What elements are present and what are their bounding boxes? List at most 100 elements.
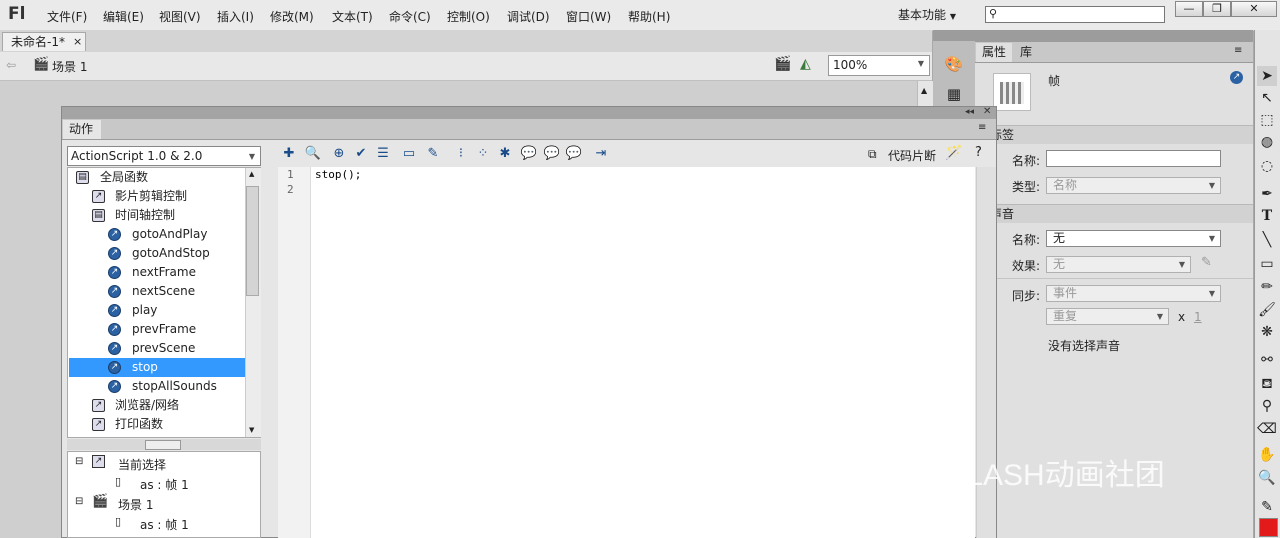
sound-name-select[interactable]: 无 ▼ bbox=[1046, 230, 1221, 247]
help-search-input[interactable]: ⚲ bbox=[985, 6, 1165, 23]
pen-tool-icon[interactable]: ✒ bbox=[1257, 184, 1277, 204]
tab-library[interactable]: 库 bbox=[1014, 43, 1038, 62]
deco-tool-icon[interactable]: ❋ bbox=[1257, 322, 1277, 342]
tab-actions[interactable]: 动作 bbox=[63, 120, 101, 139]
fill-color-swatch[interactable] bbox=[1259, 518, 1278, 537]
expand-all-icon[interactable]: ✱ bbox=[496, 145, 514, 163]
section-label[interactable]: 标签 bbox=[990, 125, 1253, 144]
find-icon[interactable]: 🔍 bbox=[304, 145, 322, 163]
tree-item-timeline-control[interactable]: ▤ 时间轴控制 bbox=[69, 206, 245, 225]
script-assist-icon[interactable]: 🪄 bbox=[945, 145, 962, 161]
tab-close-icon[interactable]: × bbox=[73, 33, 82, 51]
label-type-select[interactable]: 名称 ▼ bbox=[1046, 177, 1221, 194]
code-snippets-icon[interactable]: ⧉ bbox=[868, 147, 877, 162]
tree-item-prevscene[interactable]: ↗ prevScene bbox=[69, 339, 245, 358]
as-frame-item[interactable]: as : 帧 1 bbox=[140, 476, 189, 493]
tree-item-movieclip-control[interactable]: ↗ 影片剪辑控制 bbox=[69, 187, 245, 206]
menu-insert[interactable]: 插入(I) bbox=[217, 8, 254, 25]
insert-target-path-icon[interactable]: ⊕ bbox=[330, 145, 348, 163]
tree-item-global-functions[interactable]: ▤ 全局函数 bbox=[70, 168, 246, 187]
tree-item-play[interactable]: ↗ play bbox=[69, 301, 245, 320]
tree-item-nextscene[interactable]: ↗ nextScene bbox=[69, 282, 245, 301]
show-toolbox-icon[interactable]: ⇥ bbox=[592, 145, 610, 163]
zoom-tool-icon[interactable]: 🔍 bbox=[1257, 468, 1277, 488]
tree-item-gotoandplay[interactable]: ↗ gotoAndPlay bbox=[69, 225, 245, 244]
color-palette-icon[interactable]: 🎨 bbox=[940, 53, 968, 75]
stroke-color-icon[interactable]: ✎ bbox=[1257, 497, 1277, 517]
frame-name-input[interactable] bbox=[1046, 150, 1221, 167]
tree-item-prevframe[interactable]: ↗ prevFrame bbox=[69, 320, 245, 339]
section-sound[interactable]: 声音 bbox=[990, 204, 1253, 223]
repeat-count[interactable]: 1 bbox=[1194, 310, 1202, 324]
menu-modify[interactable]: 修改(M) bbox=[270, 8, 314, 25]
scene-frame-item[interactable]: as : 帧 1 bbox=[140, 516, 189, 533]
eraser-icon[interactable]: ⌫ bbox=[1257, 419, 1277, 439]
lasso-icon[interactable]: ◌ bbox=[1257, 156, 1277, 176]
scroll-up-icon[interactable]: ▲ bbox=[249, 170, 254, 178]
close-panel-icon[interactable]: ✕ bbox=[983, 106, 991, 117]
remove-comment-icon[interactable]: 💬 bbox=[565, 145, 583, 163]
close-window-button[interactable]: ✕ bbox=[1231, 1, 1277, 17]
restore-button[interactable]: ❐ bbox=[1203, 1, 1231, 17]
menu-debug[interactable]: 调试(D) bbox=[507, 8, 550, 25]
tree-item-stopallsounds[interactable]: ↗ stopAllSounds bbox=[69, 377, 245, 396]
panel-menu-icon[interactable]: ≡ bbox=[978, 122, 986, 133]
scene-label[interactable]: 场景 1 bbox=[118, 496, 153, 513]
add-item-icon[interactable]: ✚ bbox=[280, 145, 298, 163]
collapse-panel-icon[interactable]: ◂◂ bbox=[965, 107, 974, 117]
code-hint-icon[interactable]: ▭ bbox=[400, 145, 418, 163]
menu-window[interactable]: 窗口(W) bbox=[566, 8, 611, 25]
sync-select[interactable]: 事件 ▼ bbox=[1046, 285, 1221, 302]
tree-scroll-thumb[interactable] bbox=[246, 186, 259, 296]
workspace-switcher[interactable]: 基本功能 ▼ bbox=[898, 6, 956, 23]
debug-options-icon[interactable]: ✎ bbox=[424, 145, 442, 163]
menu-view[interactable]: 视图(V) bbox=[159, 8, 201, 25]
line-comment-icon[interactable]: 💬 bbox=[543, 145, 561, 163]
collapse-icon[interactable]: ⊟ bbox=[75, 496, 83, 507]
document-tab[interactable]: 未命名-1* × bbox=[2, 32, 86, 51]
hand-tool-icon[interactable]: ✋ bbox=[1257, 445, 1277, 465]
menu-help[interactable]: 帮助(H) bbox=[628, 8, 670, 25]
back-arrow-icon[interactable]: ⇦ bbox=[6, 58, 16, 72]
edit-scene-icon[interactable]: 🎬 bbox=[774, 56, 791, 72]
eyedropper-icon[interactable]: ⚲ bbox=[1257, 396, 1277, 416]
help-icon[interactable]: ↗ bbox=[1230, 71, 1243, 84]
menu-control[interactable]: 控制(O) bbox=[447, 8, 490, 25]
minimize-button[interactable]: — bbox=[1175, 1, 1203, 17]
align-grid-icon[interactable]: ▦ bbox=[940, 83, 968, 105]
auto-format-icon[interactable]: ☰ bbox=[374, 145, 392, 163]
brush-tool-icon[interactable]: 🖌 bbox=[1257, 300, 1277, 320]
panel-menu-icon[interactable]: ≡ bbox=[1234, 45, 1242, 56]
edit-pencil-icon[interactable]: ✎ bbox=[1201, 255, 1212, 270]
tree-item-gotoandstop[interactable]: ↗ gotoAndStop bbox=[69, 244, 245, 263]
repeat-select[interactable]: 重复 ▼ bbox=[1046, 308, 1169, 325]
effect-select[interactable]: 无 ▼ bbox=[1046, 256, 1191, 273]
menu-text[interactable]: 文本(T) bbox=[332, 8, 373, 25]
tab-properties[interactable]: 属性 bbox=[976, 43, 1013, 62]
collapse-braces-icon[interactable]: ⁝ bbox=[452, 145, 470, 163]
line-tool-icon[interactable]: ╲ bbox=[1257, 230, 1277, 250]
help-icon[interactable]: ? bbox=[975, 145, 982, 160]
actionscript-version-select[interactable]: ActionScript 1.0 & 2.0 ▼ bbox=[67, 146, 261, 166]
menu-commands[interactable]: 命令(C) bbox=[389, 8, 431, 25]
tree-item-nextframe[interactable]: ↗ nextFrame bbox=[69, 263, 245, 282]
text-tool-icon[interactable]: T bbox=[1257, 206, 1277, 226]
collapse-selection-icon[interactable]: ⁘ bbox=[474, 145, 492, 163]
tree-splitter[interactable] bbox=[67, 439, 261, 450]
script-editor[interactable] bbox=[311, 167, 975, 538]
pencil-tool-icon[interactable]: ✏ bbox=[1257, 277, 1277, 297]
menu-file[interactable]: 文件(F) bbox=[47, 8, 87, 25]
free-transform-icon[interactable]: ⬚ bbox=[1257, 110, 1277, 130]
check-syntax-icon[interactable]: ✔ bbox=[352, 145, 370, 163]
edit-symbols-icon[interactable]: ◭ bbox=[800, 56, 811, 72]
code-snippets-button[interactable]: 代码片断 bbox=[888, 147, 936, 164]
tree-item-stop[interactable]: ↗ stop bbox=[69, 358, 245, 377]
selection-tool-icon[interactable]: ➤ bbox=[1257, 66, 1277, 86]
3d-rotation-icon[interactable]: ◍ bbox=[1257, 132, 1277, 152]
scroll-down-icon[interactable]: ▼ bbox=[249, 426, 254, 434]
actions-panel-header[interactable] bbox=[62, 107, 996, 119]
paint-bucket-icon[interactable]: ⛾ bbox=[1257, 374, 1277, 394]
menu-edit[interactable]: 编辑(E) bbox=[103, 8, 144, 25]
bone-tool-icon[interactable]: ⚯ bbox=[1257, 350, 1277, 370]
rectangle-tool-icon[interactable]: ▭ bbox=[1257, 254, 1277, 274]
